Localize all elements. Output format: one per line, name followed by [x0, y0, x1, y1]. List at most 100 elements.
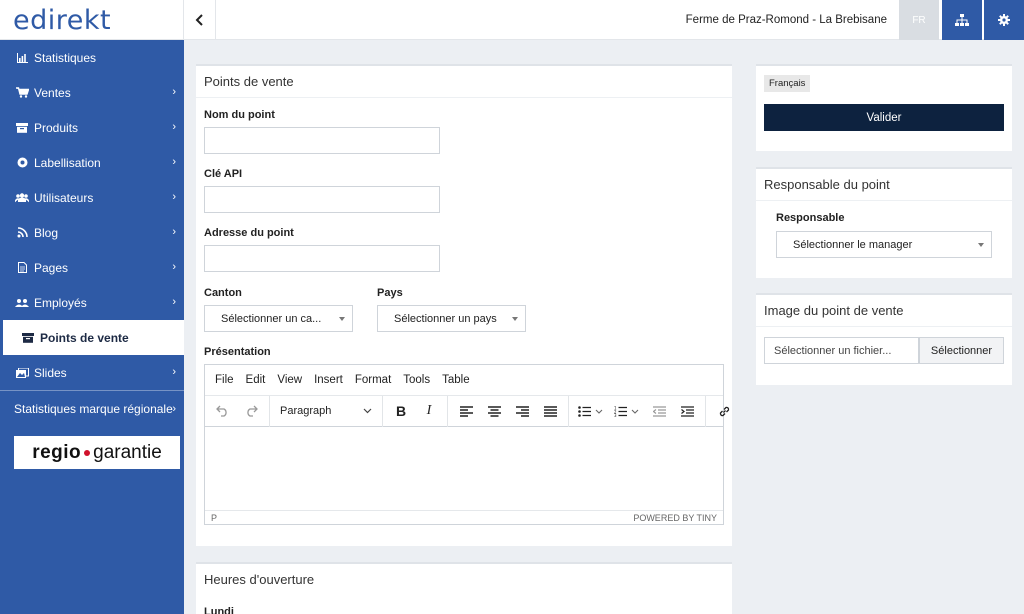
- menu-tools[interactable]: Tools: [403, 374, 430, 386]
- sidebar-item-ventes[interactable]: Ventes ›: [0, 75, 184, 110]
- menu-insert[interactable]: Insert: [314, 374, 343, 386]
- sidebar-item-label: Statistiques marque régionale: [14, 402, 173, 416]
- sidebar-item-employes[interactable]: Employés ›: [0, 285, 184, 320]
- slides-icon: [14, 367, 30, 378]
- menu-view[interactable]: View: [277, 374, 302, 386]
- indent-button[interactable]: [673, 399, 701, 423]
- manager-label: Responsable: [776, 212, 845, 224]
- chevron-right-icon: ›: [172, 156, 176, 168]
- sidebar-item-blog[interactable]: Blog ›: [0, 215, 184, 250]
- sidebar-item-label: Ventes: [34, 85, 71, 100]
- menu-file[interactable]: File: [215, 374, 234, 386]
- indent-icon: [680, 405, 694, 417]
- editor-menubar: File Edit View Insert Format Tools Table: [205, 365, 723, 396]
- sidebar: Statistiques Ventes › Produits › Labelli…: [0, 40, 184, 614]
- settings-button[interactable]: [984, 0, 1024, 40]
- sidebar-item-statistiques[interactable]: Statistiques: [0, 40, 184, 75]
- italic-button[interactable]: I: [415, 399, 443, 423]
- site-name[interactable]: Ferme de Praz-Romond - La Brebisane: [686, 0, 887, 40]
- menu-table[interactable]: Table: [442, 374, 470, 386]
- canton-select-value: Sélectionner un ca...: [221, 312, 322, 325]
- sitemap-icon: [955, 14, 969, 26]
- undo-icon: [216, 405, 227, 417]
- sitemap-button[interactable]: [942, 0, 982, 40]
- chevron-right-icon: ›: [172, 261, 176, 273]
- bullet-list-button[interactable]: [573, 399, 609, 423]
- name-input[interactable]: [204, 127, 440, 154]
- collapse-sidebar-button[interactable]: [184, 0, 216, 40]
- day-label: Lundi: [204, 606, 234, 614]
- address-input[interactable]: [204, 245, 440, 272]
- opening-hours-panel: Heures d'ouverture: [196, 562, 732, 614]
- editor-content-area[interactable]: [205, 427, 723, 511]
- sidebar-item-produits[interactable]: Produits ›: [0, 110, 184, 145]
- gear-icon: [998, 14, 1010, 26]
- blog-icon: [14, 227, 30, 238]
- sidebar-item-utilisateurs[interactable]: Utilisateurs ›: [0, 180, 184, 215]
- numbered-list-button[interactable]: 123: [609, 399, 645, 423]
- svg-text:3: 3: [614, 413, 617, 417]
- sidebar-item-label: Utilisateurs: [34, 190, 94, 205]
- name-label: Nom du point: [204, 109, 275, 121]
- sidebar-item-label: Blog: [34, 225, 59, 240]
- top-bar: edirekt Ferme de Praz-Romond - La Brebis…: [0, 0, 1024, 40]
- link-icon: [719, 406, 729, 416]
- menu-edit[interactable]: Edit: [246, 374, 266, 386]
- outdent-button[interactable]: [645, 399, 673, 423]
- link-button[interactable]: [710, 399, 738, 423]
- align-right-button[interactable]: [508, 399, 536, 423]
- text-style-group: B I: [383, 395, 448, 427]
- panel-title: Points de vente: [196, 66, 732, 98]
- powered-by-link[interactable]: POWERED BY TINY: [633, 513, 717, 523]
- chart-icon: [14, 52, 30, 63]
- sidebar-item-label: Produits: [34, 120, 79, 135]
- manager-select[interactable]: Sélectionner le manager: [776, 231, 992, 258]
- sidebar-item-label: Employés: [34, 295, 87, 310]
- sidebar-item-slides[interactable]: Slides ›: [0, 355, 184, 390]
- chevron-right-icon: ›: [172, 121, 176, 133]
- element-path[interactable]: P: [211, 513, 217, 523]
- rich-text-editor: File Edit View Insert Format Tools Table…: [204, 364, 729, 525]
- sidebar-item-pages[interactable]: Pages ›: [0, 250, 184, 285]
- country-label: Pays: [377, 287, 403, 299]
- language-button[interactable]: FR: [899, 0, 939, 40]
- store-icon: [20, 332, 36, 343]
- numbered-list-icon: 123: [614, 406, 639, 417]
- presentation-label: Présentation: [204, 346, 271, 358]
- bullet-list-icon: [578, 405, 603, 417]
- sidebar-item-label: Labellisation: [34, 155, 101, 170]
- sidebar-item-labellisation[interactable]: Labellisation ›: [0, 145, 184, 180]
- block-format-group: Paragraph: [270, 395, 383, 427]
- menu-format[interactable]: Format: [355, 374, 391, 386]
- bold-icon: B: [395, 403, 407, 419]
- caret-down-icon: [512, 317, 518, 321]
- sidebar-item-regional-stats[interactable]: Statistiques marque régionale ›: [0, 391, 184, 427]
- undo-button[interactable]: [209, 399, 237, 423]
- align-center-icon: [487, 405, 501, 417]
- caret-down-icon: [339, 317, 345, 321]
- file-input[interactable]: Sélectionner un fichier...: [764, 337, 919, 364]
- employees-icon: [14, 298, 30, 308]
- canton-select[interactable]: Sélectionner un ca...: [204, 305, 353, 332]
- chevron-right-icon: ›: [172, 296, 176, 308]
- manager-select-value: Sélectionner le manager: [793, 238, 913, 251]
- logo[interactable]: edirekt: [0, 0, 184, 40]
- api-key-label: Clé API: [204, 168, 243, 180]
- sidebar-item-label: Slides: [34, 365, 67, 380]
- align-left-button[interactable]: [452, 399, 480, 423]
- align-justify-button[interactable]: [536, 399, 564, 423]
- api-key-input[interactable]: [204, 186, 440, 213]
- badge-icon: [14, 157, 30, 168]
- bold-button[interactable]: B: [387, 399, 415, 423]
- chevron-right-icon: ›: [172, 191, 176, 203]
- regio-brand-left: regio: [32, 441, 82, 463]
- redo-button[interactable]: [237, 399, 265, 423]
- submit-button[interactable]: Valider: [764, 104, 1004, 131]
- history-group: [205, 395, 270, 427]
- language-tag[interactable]: Français: [764, 75, 811, 92]
- browse-file-button[interactable]: Sélectionner: [919, 337, 1004, 364]
- country-select[interactable]: Sélectionner un pays: [377, 305, 526, 332]
- sidebar-item-points-de-vente[interactable]: Points de vente: [0, 320, 184, 355]
- align-center-button[interactable]: [480, 399, 508, 423]
- block-format-select[interactable]: Paragraph: [274, 399, 378, 423]
